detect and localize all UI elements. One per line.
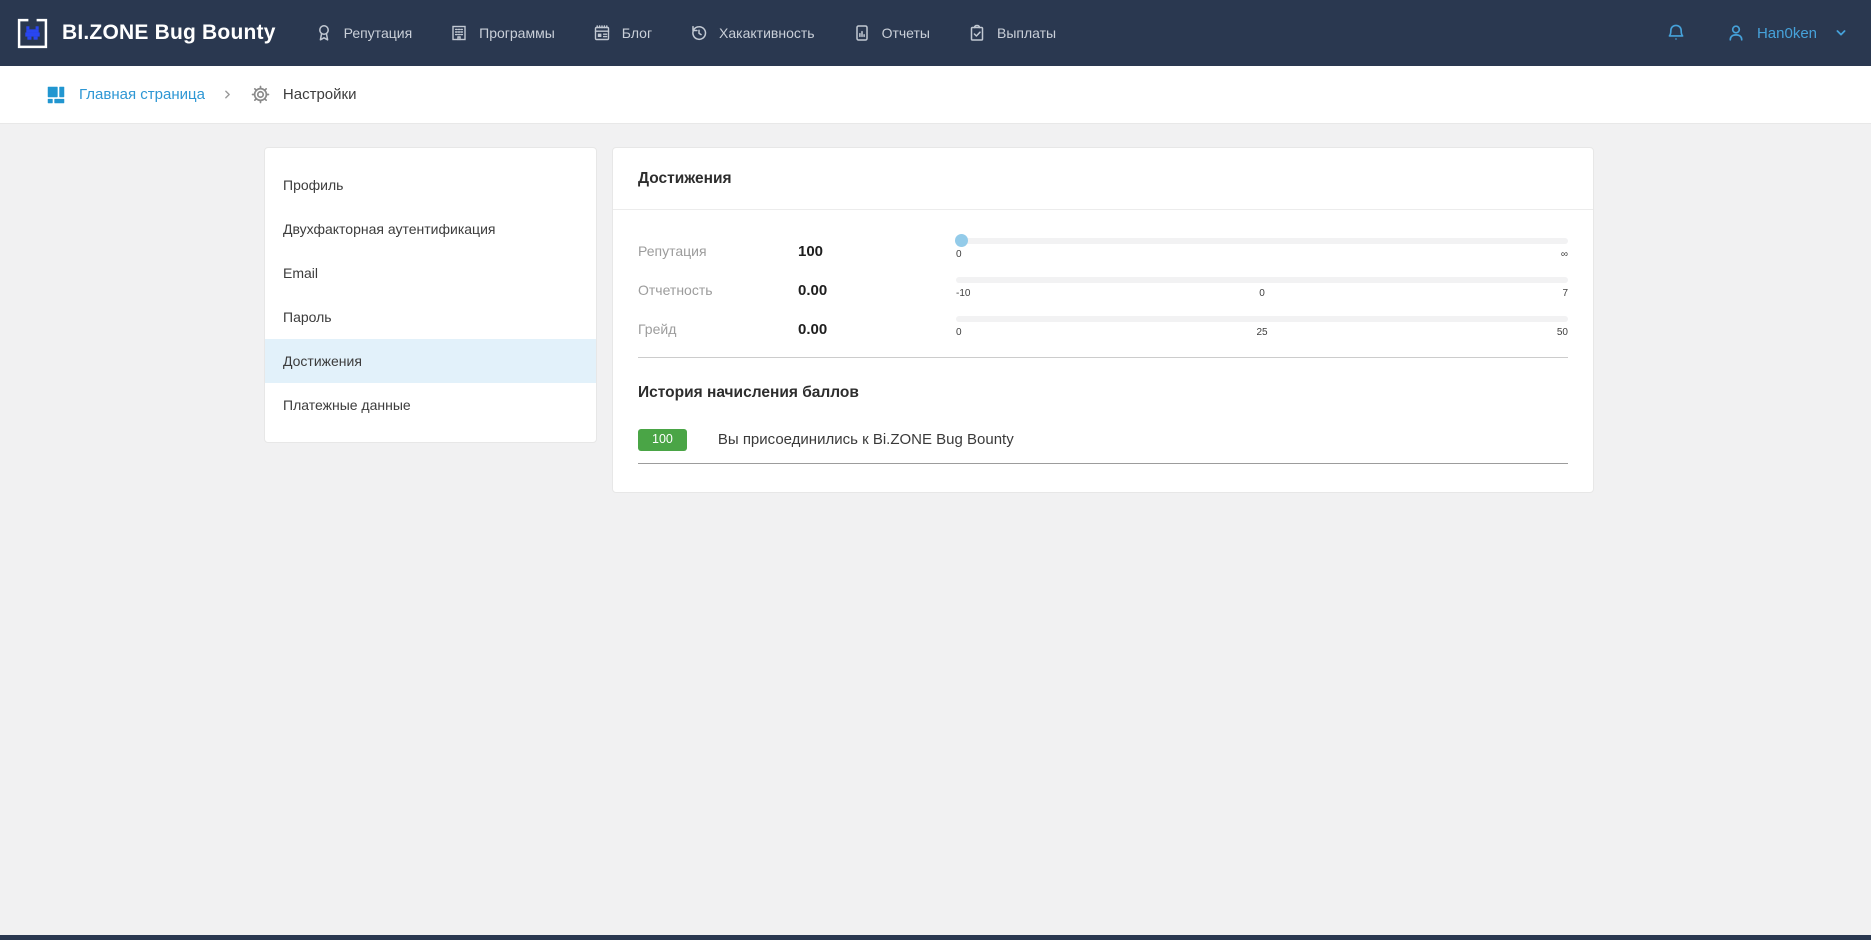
- nav-item-programs[interactable]: Программы: [449, 23, 555, 43]
- sidebar-item-label: Email: [283, 265, 318, 281]
- history-entry-text: Вы присоединились к Bi.ZONE Bug Bounty: [718, 431, 1014, 448]
- breadcrumb-home-link[interactable]: Главная страница: [45, 84, 205, 106]
- slider-track: [956, 316, 1568, 322]
- metric-value: 0.00: [798, 282, 956, 299]
- metric-label: Репутация: [638, 243, 798, 259]
- brand-name: BI.ZONE Bug Bounty: [62, 21, 276, 45]
- clipboard-check-icon: [967, 23, 987, 43]
- medal-icon: [314, 23, 334, 43]
- metric-value: 0.00: [798, 321, 956, 338]
- report-icon: [852, 23, 872, 43]
- scale-max: 7: [1562, 288, 1568, 299]
- breadcrumb-current-label: Настройки: [283, 86, 357, 103]
- footer-strip: [0, 935, 1871, 940]
- scale-max: 50: [1557, 327, 1568, 338]
- sidebar-item-two-factor[interactable]: Двухфакторная аутентификация: [265, 207, 596, 251]
- nav-item-reports[interactable]: Отчеты: [852, 23, 930, 43]
- history-icon: [689, 23, 709, 43]
- breadcrumb-current: Настройки: [250, 84, 357, 105]
- scale-min: -10: [956, 288, 970, 299]
- sidebar-item-label: Профиль: [283, 177, 343, 193]
- metric-label: Отчетность: [638, 282, 798, 298]
- slider-track: [956, 277, 1568, 283]
- sidebar-item-email[interactable]: Email: [265, 251, 596, 295]
- notifications-bell-icon[interactable]: [1665, 22, 1687, 44]
- sidebar-item-profile[interactable]: Профиль: [265, 163, 596, 207]
- nav-item-label: Блог: [622, 25, 652, 41]
- gear-icon: [250, 84, 271, 105]
- history-entry: 100 Вы присоединились к Bi.ZONE Bug Boun…: [638, 429, 1568, 464]
- nav-item-hacktivity[interactable]: Хакактивность: [689, 23, 815, 43]
- bizone-bug-logo-icon: [16, 17, 49, 50]
- top-navbar: BI.ZONE Bug Bounty Репутация Программы: [0, 0, 1871, 66]
- metric-row-grade: Грейд 0.00 0 25 50: [638, 318, 1568, 340]
- main-navigation: Репутация Программы Блог: [314, 23, 1057, 43]
- sidebar-item-password[interactable]: Пароль: [265, 295, 596, 339]
- section-divider: [638, 357, 1568, 358]
- reporting-slider: -10 0 7: [956, 277, 1568, 299]
- nav-item-reputation[interactable]: Репутация: [314, 23, 413, 43]
- panel-body: Репутация 100 0 ∞ Отчетность 0.00: [613, 210, 1593, 492]
- reputation-slider: 0 ∞: [956, 238, 1568, 260]
- nav-item-label: Отчеты: [882, 25, 930, 41]
- sidebar-item-payment-details[interactable]: Платежные данные: [265, 383, 596, 427]
- sidebar-item-achievements[interactable]: Достижения: [265, 339, 596, 383]
- navbar-right: Han0ken: [1665, 22, 1849, 44]
- newspaper-icon: [592, 23, 612, 43]
- slider-scale: -10 0 7: [956, 288, 1568, 299]
- slider-scale: 0 ∞: [956, 249, 1568, 260]
- sidebar-item-label: Двухфакторная аутентификация: [283, 221, 495, 237]
- user-menu[interactable]: Han0ken: [1725, 22, 1849, 44]
- scale-min: 0: [956, 327, 962, 338]
- scale-min: 0: [956, 249, 962, 260]
- nav-item-label: Программы: [479, 25, 555, 41]
- breadcrumb-chevron-icon: [222, 89, 233, 100]
- history-section-title: История начисления баллов: [638, 384, 1568, 402]
- scale-mid: 25: [1256, 327, 1267, 338]
- metric-label: Грейд: [638, 321, 798, 337]
- grade-slider: 0 25 50: [956, 316, 1568, 338]
- panel-title: Достижения: [613, 148, 1593, 210]
- metric-value: 100: [798, 243, 956, 260]
- breadcrumb-home-label: Главная страница: [79, 86, 205, 103]
- brand-logo[interactable]: BI.ZONE Bug Bounty: [16, 17, 276, 50]
- settings-sidebar: Профиль Двухфакторная аутентификация Ema…: [264, 147, 597, 443]
- scale-max: ∞: [1561, 249, 1568, 260]
- metric-row-reputation: Репутация 100 0 ∞: [638, 240, 1568, 262]
- slider-scale: 0 25 50: [956, 327, 1568, 338]
- sidebar-item-label: Достижения: [283, 353, 362, 369]
- metric-row-reporting: Отчетность 0.00 -10 0 7: [638, 279, 1568, 301]
- sidebar-item-label: Пароль: [283, 309, 332, 325]
- user-avatar-icon: [1725, 22, 1747, 44]
- nav-item-label: Хакактивность: [719, 25, 815, 41]
- nav-item-label: Выплаты: [997, 25, 1056, 41]
- sidebar-item-label: Платежные данные: [283, 397, 411, 413]
- slider-handle: [955, 234, 968, 247]
- scale-mid: 0: [1259, 288, 1265, 299]
- slider-track: [956, 238, 1568, 244]
- nav-item-payouts[interactable]: Выплаты: [967, 23, 1056, 43]
- points-badge: 100: [638, 429, 687, 451]
- user-name: Han0ken: [1757, 25, 1817, 42]
- building-icon: [449, 23, 469, 43]
- dashboard-grid-icon: [45, 84, 67, 106]
- nav-item-label: Репутация: [344, 25, 413, 41]
- nav-item-blog[interactable]: Блог: [592, 23, 652, 43]
- achievements-panel: Достижения Репутация 100 0 ∞ Отчетно: [612, 147, 1594, 493]
- breadcrumb: Главная страница Настройки: [0, 66, 1871, 124]
- chevron-down-icon: [1833, 25, 1849, 41]
